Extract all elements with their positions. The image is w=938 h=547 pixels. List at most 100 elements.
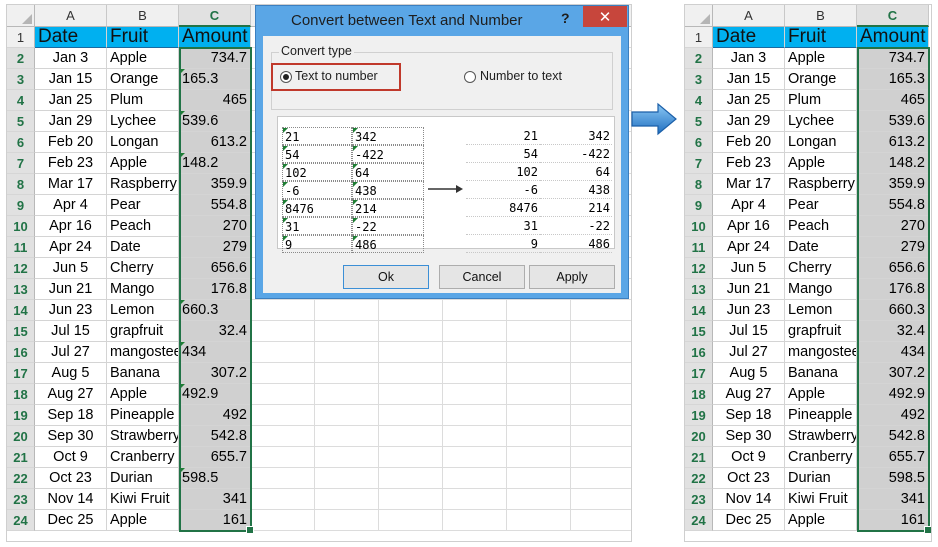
row-header[interactable]: 23	[685, 489, 713, 510]
empty-cell[interactable]	[571, 384, 631, 405]
column-header-c[interactable]: C	[857, 5, 929, 27]
cell-amount[interactable]: 307.2	[857, 363, 929, 384]
empty-cell[interactable]	[443, 447, 507, 468]
row-header[interactable]: 15	[685, 321, 713, 342]
empty-cell[interactable]	[251, 363, 315, 384]
select-all-corner[interactable]	[685, 5, 713, 27]
empty-cell[interactable]	[251, 300, 315, 321]
empty-cell[interactable]	[379, 363, 443, 384]
empty-cell[interactable]	[379, 468, 443, 489]
cell-amount[interactable]: 554.8	[857, 195, 929, 216]
cell-date[interactable]: Aug 27	[713, 384, 785, 405]
cell-amount[interactable]: 734.7	[857, 48, 929, 69]
cell-amount[interactable]: 539.6	[179, 111, 251, 132]
text-to-number-label[interactable]: Text to number	[295, 69, 378, 83]
empty-cell[interactable]	[379, 321, 443, 342]
cell-fruit[interactable]: Apple	[107, 48, 179, 69]
column-header-a[interactable]: A	[35, 5, 107, 27]
empty-cell[interactable]	[571, 489, 631, 510]
empty-cell[interactable]	[251, 321, 315, 342]
cell-fruit[interactable]: Raspberry	[107, 174, 179, 195]
cell-date[interactable]: Jan 3	[35, 48, 107, 69]
cell-date[interactable]: Apr 4	[713, 195, 785, 216]
row-header[interactable]: 24	[7, 510, 35, 531]
cell-amount[interactable]: 598.5	[857, 468, 929, 489]
cell-fruit[interactable]: Lemon	[785, 300, 857, 321]
cell-fruit[interactable]: Orange	[107, 69, 179, 90]
cell-date[interactable]: Feb 23	[713, 153, 785, 174]
cell-amount[interactable]: 148.2	[857, 153, 929, 174]
row-header[interactable]: 4	[7, 90, 35, 111]
cell-fruit[interactable]: Cranberry	[785, 447, 857, 468]
row-header[interactable]: 1	[685, 27, 713, 48]
cell-date[interactable]: Jan 29	[713, 111, 785, 132]
cell-date[interactable]: Aug 5	[713, 363, 785, 384]
cell-amount[interactable]: 734.7	[179, 48, 251, 69]
column-header-b[interactable]: B	[785, 5, 857, 27]
row-header[interactable]: 15	[7, 321, 35, 342]
column-header-b[interactable]: B	[107, 5, 179, 27]
cell-amount[interactable]: 492	[179, 405, 251, 426]
cell-date[interactable]: Dec 25	[713, 510, 785, 531]
cell-amount[interactable]: 359.9	[179, 174, 251, 195]
cell-date[interactable]: Apr 16	[713, 216, 785, 237]
cell-fruit[interactable]: grapfruit	[107, 321, 179, 342]
apply-button[interactable]: Apply	[529, 265, 615, 289]
row-header[interactable]: 5	[685, 111, 713, 132]
empty-cell[interactable]	[315, 447, 379, 468]
cell-fruit[interactable]: Kiwi Fruit	[107, 489, 179, 510]
cell-date[interactable]: Mar 17	[35, 174, 107, 195]
cell-fruit[interactable]: Apple	[785, 384, 857, 405]
cell-date[interactable]: Apr 16	[35, 216, 107, 237]
column-header-a[interactable]: A	[713, 5, 785, 27]
empty-cell[interactable]	[571, 468, 631, 489]
cell-date[interactable]: Sep 30	[713, 426, 785, 447]
empty-cell[interactable]	[443, 321, 507, 342]
header-cell-date[interactable]: Date	[713, 27, 785, 48]
cell-fruit[interactable]: Date	[107, 237, 179, 258]
help-icon[interactable]: ?	[561, 10, 570, 26]
row-header[interactable]: 21	[7, 447, 35, 468]
cell-amount[interactable]: 32.4	[857, 321, 929, 342]
empty-cell[interactable]	[251, 384, 315, 405]
cell-amount[interactable]: 359.9	[857, 174, 929, 195]
header-cell-fruit[interactable]: Fruit	[107, 27, 179, 48]
empty-cell[interactable]	[315, 342, 379, 363]
cell-date[interactable]: Jul 15	[35, 321, 107, 342]
empty-cell[interactable]	[251, 405, 315, 426]
cell-amount[interactable]: 161	[179, 510, 251, 531]
empty-cell[interactable]	[571, 510, 631, 531]
cell-fruit[interactable]: Apple	[785, 48, 857, 69]
row-header[interactable]: 13	[7, 279, 35, 300]
cell-amount[interactable]: 598.5	[179, 468, 251, 489]
cell-fruit[interactable]: Kiwi Fruit	[785, 489, 857, 510]
empty-cell[interactable]	[507, 489, 571, 510]
cell-amount[interactable]: 554.8	[179, 195, 251, 216]
cell-fruit[interactable]: mangosteen	[107, 342, 179, 363]
cell-fruit[interactable]: grapfruit	[785, 321, 857, 342]
row-header[interactable]: 14	[7, 300, 35, 321]
empty-cell[interactable]	[443, 426, 507, 447]
empty-cell[interactable]	[443, 510, 507, 531]
cell-fruit[interactable]: Apple	[107, 384, 179, 405]
cell-date[interactable]: Aug 27	[35, 384, 107, 405]
select-all-corner[interactable]	[7, 5, 35, 27]
cell-amount[interactable]: 165.3	[857, 69, 929, 90]
row-header[interactable]: 8	[685, 174, 713, 195]
cell-amount[interactable]: 279	[179, 237, 251, 258]
cell-date[interactable]: Jun 5	[713, 258, 785, 279]
cell-amount[interactable]: 434	[179, 342, 251, 363]
cell-date[interactable]: Jan 25	[713, 90, 785, 111]
cell-date[interactable]: Aug 5	[35, 363, 107, 384]
row-header[interactable]: 19	[685, 405, 713, 426]
row-header[interactable]: 10	[7, 216, 35, 237]
row-header[interactable]: 13	[685, 279, 713, 300]
header-cell-amount[interactable]: Amount	[857, 27, 929, 48]
column-header-c[interactable]: C	[179, 5, 251, 27]
row-header[interactable]: 23	[7, 489, 35, 510]
cell-amount[interactable]: 613.2	[179, 132, 251, 153]
empty-cell[interactable]	[443, 489, 507, 510]
cell-date[interactable]: Jun 5	[35, 258, 107, 279]
cell-date[interactable]: Oct 23	[713, 468, 785, 489]
cell-fruit[interactable]: Apple	[107, 153, 179, 174]
